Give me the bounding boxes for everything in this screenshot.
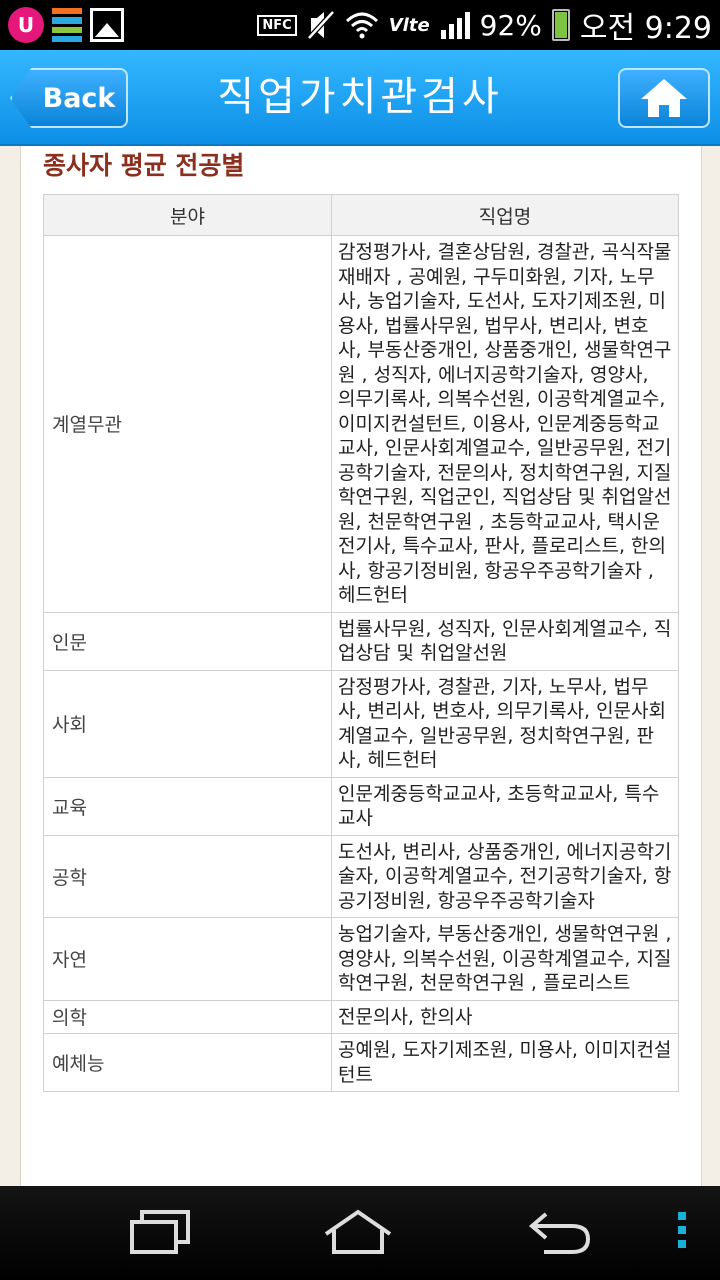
field-cell: 계열무관 xyxy=(43,235,332,613)
home-icon xyxy=(641,79,687,117)
field-cell: 자연 xyxy=(43,917,332,1001)
page-title: 직업가치관검사 xyxy=(217,74,503,120)
table-row: 의학 전문의사, 한의사 xyxy=(43,999,679,1034)
battery-percent: 92% xyxy=(479,8,542,42)
field-cell: 교육 xyxy=(43,776,332,836)
jobs-cell: 감정평가사, 결혼상담원, 경찰관, 곡식작물재배자 , 공예원, 구두미화원,… xyxy=(331,235,679,613)
jobs-cell: 농업기술자, 부동산중개인, 생물학연구원 , 영양사, 의복수선원, 이공학계… xyxy=(331,917,679,1001)
field-cell: 인문 xyxy=(43,611,332,671)
jobs-cell: 감정평가사, 경찰관, 기자, 노무사, 법무사, 변리사, 변호사, 의무기록… xyxy=(331,669,679,778)
content-panel: 종사자 평균 전공별 분야 직업명 계열무관 감정평가사, 결혼상담원, 경찰관… xyxy=(20,146,702,1186)
header-field: 분야 xyxy=(43,194,332,236)
menu-dots-icon[interactable] xyxy=(678,1212,686,1248)
mute-icon xyxy=(306,10,335,40)
lte-indicator: Vlte xyxy=(388,14,430,36)
back-button[interactable]: Back xyxy=(10,68,128,128)
jobs-cell: 전문의사, 한의사 xyxy=(331,999,679,1034)
signal-icon xyxy=(440,12,470,39)
back-arrow-icon[interactable] xyxy=(526,1208,592,1256)
field-cell: 사회 xyxy=(43,669,332,778)
content-area[interactable]: 종사자 평균 전공별 분야 직업명 계열무관 감정평가사, 결혼상담원, 경찰관… xyxy=(0,146,720,1186)
field-cell: 의학 xyxy=(43,999,332,1034)
battery-icon xyxy=(551,9,570,41)
jobs-cell: 공예원, 도자기제조원, 미용사, 이미지컨설턴트 xyxy=(331,1033,679,1092)
home-outline-icon[interactable] xyxy=(322,1208,394,1256)
table-row: 예체능 공예원, 도자기제조원, 미용사, 이미지컨설턴트 xyxy=(43,1033,679,1092)
table-row: 공학 도선사, 변리사, 상품중개인, 에너지공학기술자, 이공학계열교수, 전… xyxy=(43,834,679,918)
nfc-icon: NFC xyxy=(257,14,297,36)
app-stack-icon xyxy=(52,8,82,42)
section-title: 종사자 평균 전공별 xyxy=(43,151,245,180)
jobs-cell: 인문계중등학교교사, 초등학교교사, 특수교사 xyxy=(331,776,679,836)
home-button[interactable] xyxy=(618,68,710,128)
header-jobs: 직업명 xyxy=(331,194,679,236)
gallery-icon xyxy=(90,8,124,42)
table-row: 자연 농업기술자, 부동산중개인, 생물학연구원 , 영양사, 의복수선원, 이… xyxy=(43,917,679,1001)
jobs-table: 분야 직업명 계열무관 감정평가사, 결혼상담원, 경찰관, 곡식작물재배자 ,… xyxy=(43,194,679,1092)
table-row: 인문 법률사무원, 성직자, 인문사회계열교수, 직업상담 및 취업알선원 xyxy=(43,611,679,671)
jobs-cell: 법률사무원, 성직자, 인문사회계열교수, 직업상담 및 취업알선원 xyxy=(331,611,679,671)
app-header: Back 직업가치관검사 xyxy=(0,50,720,146)
carrier-icon: U xyxy=(8,7,44,43)
status-bar: U NFC Vlte 92% 오전 9:29 xyxy=(0,0,720,50)
clock: 오전 9:29 xyxy=(579,11,712,46)
field-cell: 공학 xyxy=(43,834,332,918)
recent-apps-icon[interactable] xyxy=(128,1208,192,1256)
navigation-bar xyxy=(0,1186,720,1280)
jobs-cell: 도선사, 변리사, 상품중개인, 에너지공학기술자, 이공학계열교수, 전기공학… xyxy=(331,834,679,918)
table-row: 교육 인문계중등학교교사, 초등학교교사, 특수교사 xyxy=(43,776,679,836)
table-row: 사회 감정평가사, 경찰관, 기자, 노무사, 법무사, 변리사, 변호사, 의… xyxy=(43,669,679,778)
table-row: 계열무관 감정평가사, 결혼상담원, 경찰관, 곡식작물재배자 , 공예원, 구… xyxy=(43,235,679,613)
wifi-icon xyxy=(345,12,378,39)
field-cell: 예체능 xyxy=(43,1033,332,1092)
